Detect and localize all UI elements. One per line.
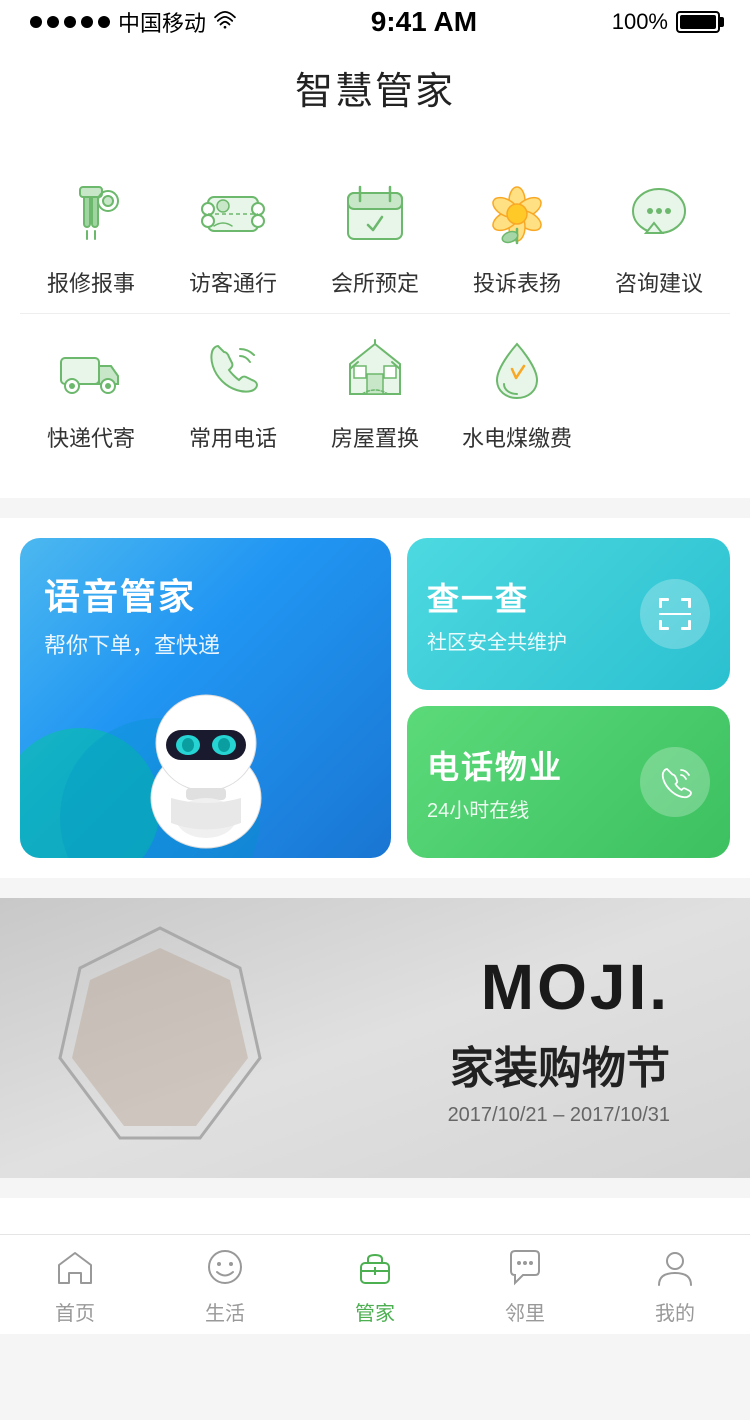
menu-label-phone: 常用电话 — [189, 421, 277, 453]
menu-item-house[interactable]: 房屋置换 — [304, 314, 446, 468]
butler-icon — [351, 1243, 399, 1291]
feature-property-phone[interactable]: 电话物业 24小时在线 — [407, 706, 730, 858]
chat-icon — [619, 174, 699, 254]
drop-icon — [477, 329, 557, 409]
bottom-nav: 首页 生活 管家 — [0, 1234, 750, 1334]
menu-item-utility[interactable]: 水电煤缴费 — [446, 314, 588, 468]
menu-label-repair: 报修报事 — [47, 266, 135, 298]
person-icon — [651, 1243, 699, 1291]
nav-item-life[interactable]: 生活 — [150, 1233, 300, 1336]
page-title: 智慧管家 — [295, 71, 455, 113]
status-left: 中国移动 — [30, 6, 236, 38]
nav-item-butler[interactable]: 管家 — [300, 1233, 450, 1336]
menu-label-complaint: 投诉表扬 — [473, 266, 561, 298]
signal-dots — [30, 16, 110, 28]
banner-bg: MOJI. 家装购物节 2017/10/21 – 2017/10/31 — [0, 898, 750, 1178]
smiley-icon — [201, 1243, 249, 1291]
chat-bubble-icon — [501, 1243, 549, 1291]
battery-percent: 100% — [612, 9, 668, 35]
status-right: 100% — [612, 9, 720, 35]
menu-item-club[interactable]: 会所预定 — [304, 159, 446, 313]
menu-label-express: 快递代寄 — [47, 421, 135, 453]
menu-item-visitor[interactable]: 访客通行 — [162, 159, 304, 313]
wifi-icon — [214, 9, 236, 35]
nav-item-home[interactable]: 首页 — [0, 1233, 150, 1336]
nav-label-home: 首页 — [55, 1297, 95, 1326]
status-bar: 中国移动 9:41 AM 100% — [0, 0, 750, 44]
menu-label-visitor: 访客通行 — [189, 266, 277, 298]
menu-label-consult: 咨询建议 — [615, 266, 703, 298]
menu-row-1: 报修报事 访客通行 — [0, 159, 750, 313]
robot-icon — [116, 658, 296, 858]
status-time: 9:41 AM — [371, 6, 477, 38]
carrier-label: 中国移动 — [118, 6, 206, 38]
menu-item-phone[interactable]: 常用电话 — [162, 314, 304, 468]
menu-item-consult[interactable]: 咨询建议 — [588, 159, 730, 313]
menu-item-express[interactable]: 快递代寄 — [20, 314, 162, 468]
feature-right: 查一查 社区安全共维护 电话物业 24小时在线 — [407, 538, 730, 858]
phone-call-icon — [640, 747, 710, 817]
ticket-icon — [193, 174, 273, 254]
battery-icon — [676, 11, 720, 33]
nav-item-mine[interactable]: 我的 — [600, 1233, 750, 1336]
nav-item-neighbor[interactable]: 邻里 — [450, 1233, 600, 1336]
banner-date: 2017/10/21 – 2017/10/31 — [448, 1104, 670, 1127]
page-header: 智慧管家 — [0, 44, 750, 139]
wrench-icon — [51, 174, 131, 254]
menu-item-repair[interactable]: 报修报事 — [20, 159, 162, 313]
banner-polygon-icon — [40, 918, 280, 1158]
banner-text: MOJI. 家装购物节 2017/10/21 – 2017/10/31 — [448, 950, 670, 1127]
flower-icon — [477, 174, 557, 254]
home-icon — [51, 1243, 99, 1291]
scan-icon — [640, 579, 710, 649]
nav-label-butler: 管家 — [355, 1297, 395, 1326]
banner-brand: MOJI. — [448, 950, 670, 1024]
feature-section: 语音管家 帮你下单，查快递 — [0, 518, 750, 878]
menu-label-house: 房屋置换 — [331, 421, 419, 453]
nav-label-life: 生活 — [205, 1297, 245, 1326]
nav-label-mine: 我的 — [655, 1297, 695, 1326]
menu-section: 报修报事 访客通行 — [0, 139, 750, 498]
menu-label-utility: 水电煤缴费 — [462, 421, 572, 453]
banner-section[interactable]: MOJI. 家装购物节 2017/10/21 – 2017/10/31 — [0, 898, 750, 1178]
calendar-icon — [335, 174, 415, 254]
voice-butler-title: 语音管家 — [44, 568, 367, 620]
house-icon — [335, 329, 415, 409]
banner-title: 家装购物节 — [448, 1032, 670, 1096]
menu-item-complaint[interactable]: 投诉表扬 — [446, 159, 588, 313]
feature-voice-butler[interactable]: 语音管家 帮你下单，查快递 — [20, 538, 391, 858]
nav-label-neighbor: 邻里 — [505, 1297, 545, 1326]
menu-row-2: 快递代寄 常用电话 — [0, 314, 750, 468]
voice-butler-subtitle: 帮你下单，查快递 — [44, 628, 367, 660]
feature-check[interactable]: 查一查 社区安全共维护 — [407, 538, 730, 690]
phone-icon — [193, 329, 273, 409]
truck-icon — [51, 329, 131, 409]
menu-label-club: 会所预定 — [331, 266, 419, 298]
